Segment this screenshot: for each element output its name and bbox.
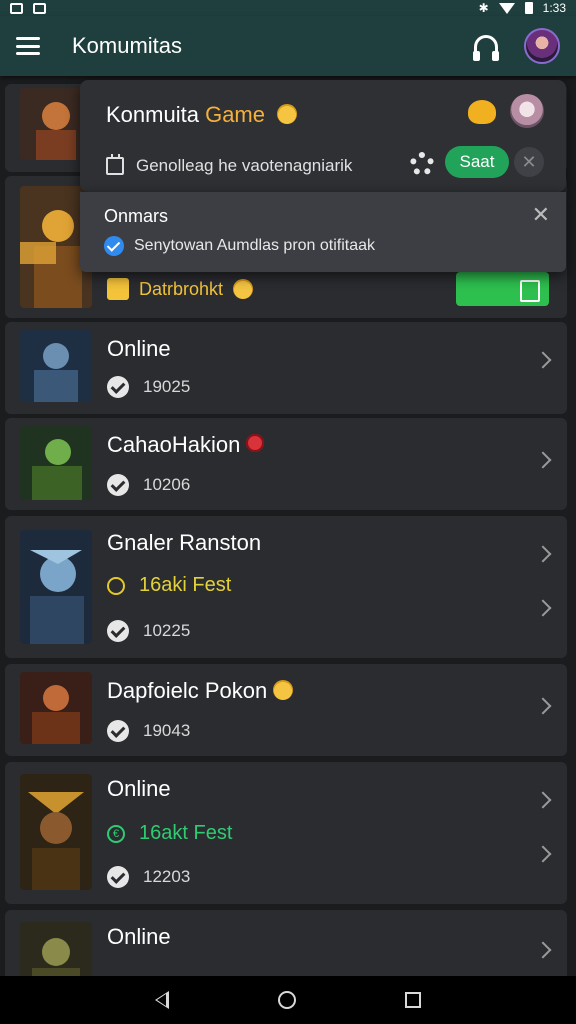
game-thumbnail — [20, 672, 92, 744]
open-button[interactable] — [456, 272, 549, 306]
recents-icon[interactable] — [405, 992, 422, 1008]
reward-row: Datrbrohkt — [107, 278, 254, 300]
event-icon — [107, 576, 125, 595]
check-icon — [107, 866, 129, 888]
list-item[interactable]: Online 16akt Fest 12203 — [5, 762, 567, 904]
chevron-right-icon[interactable] — [534, 845, 552, 863]
event-row: 16akt Fest — [107, 822, 232, 845]
close-icon[interactable]: ✕ — [532, 202, 550, 228]
member-count-row: 10206 — [107, 474, 190, 496]
card-title: Online — [107, 336, 171, 361]
notice-message: Senytowan Aumdlas pron otifitaak — [134, 237, 376, 254]
save-button[interactable]: Saat — [445, 146, 509, 178]
gallery-notification-icon — [33, 2, 46, 14]
list-item[interactable]: Dapfoielc Pokon 19043 — [5, 664, 567, 756]
bug-icon — [246, 434, 265, 452]
check-icon — [107, 474, 129, 496]
signal-icon — [498, 2, 515, 14]
game-thumbnail — [20, 426, 92, 500]
member-count-row: 10225 — [107, 620, 190, 642]
card-title: Dapfoielc Pokon — [107, 678, 294, 704]
reward-label: Datrbrohkt — [139, 278, 224, 299]
game-thumbnail — [20, 922, 92, 976]
status-bar: ✱ 1:33 — [0, 0, 576, 16]
chevron-right-icon[interactable] — [534, 791, 552, 809]
close-icon[interactable]: ✕ — [514, 147, 544, 177]
list-item[interactable]: Online — [5, 910, 567, 976]
emoji-icon — [273, 680, 294, 700]
emoji-icon — [233, 279, 254, 299]
card-title: Online — [107, 924, 171, 949]
list-item[interactable]: CahaoHakion 10206 — [5, 418, 567, 510]
member-count-row: 12203 — [107, 866, 190, 888]
popup-subtitle-row: Genolleag he vaotenagniarik — [106, 154, 353, 176]
chevron-right-icon[interactable] — [534, 941, 552, 959]
image-notification-icon — [10, 2, 23, 14]
member-count-row: 19025 — [107, 376, 190, 398]
member-count: 12203 — [143, 867, 191, 886]
notice-title: Onmars — [104, 206, 169, 226]
home-icon[interactable] — [277, 991, 296, 1009]
trophy-icon — [468, 100, 496, 124]
chevron-right-icon[interactable] — [534, 451, 552, 469]
list-item[interactable]: Gnaler Ranston 16aki Fest 10225 — [5, 516, 567, 658]
game-thumbnail — [20, 774, 92, 890]
avatar[interactable] — [510, 94, 544, 128]
avatar[interactable] — [524, 28, 560, 64]
status-time: 1:33 — [542, 1, 566, 15]
bluetooth-icon: ✱ — [478, 1, 489, 15]
popup-title: Konmuita Game — [106, 102, 298, 128]
card-title: Online — [107, 776, 171, 801]
notice-row: Senytowan Aumdlas pron otifitaak — [104, 236, 375, 256]
member-count: 19025 — [143, 377, 191, 396]
check-icon — [107, 620, 129, 642]
emoji-icon — [277, 104, 298, 124]
gear-icon[interactable] — [410, 152, 434, 176]
headset-icon[interactable] — [473, 35, 499, 61]
calendar-icon — [106, 154, 124, 175]
community-list: Datrbrohkt Online 19025 CahaoHakion 1020… — [0, 76, 576, 976]
game-thumbnail — [20, 330, 92, 402]
ticket-icon — [107, 278, 129, 300]
popup-subtitle: Genolleag he vaotenagniarik — [136, 156, 353, 175]
check-icon — [104, 236, 124, 256]
check-icon — [107, 720, 129, 742]
member-count: 19043 — [143, 721, 191, 740]
event-label: 16aki Fest — [139, 574, 232, 596]
game-thumbnail — [20, 530, 92, 644]
app-bar: Komumitas — [0, 16, 576, 76]
notice-popup: Onmars Senytowan Aumdlas pron otifitaak … — [80, 192, 566, 272]
game-popup: Konmuita Game Genolleag he vaotenagniari… — [80, 80, 566, 192]
check-icon — [107, 376, 129, 398]
member-count-row: 19043 — [107, 720, 190, 742]
navigation-bar — [0, 976, 576, 1024]
back-icon[interactable] — [154, 991, 169, 1009]
card-title: CahaoHakion — [107, 432, 265, 458]
list-item[interactable]: Online 19025 — [5, 322, 567, 414]
event-icon — [107, 824, 125, 843]
battery-icon — [524, 2, 533, 14]
event-row: 16aki Fest — [107, 574, 231, 597]
member-count: 10206 — [143, 475, 191, 494]
page-title: Komumitas — [72, 33, 183, 58]
chevron-right-icon[interactable] — [534, 545, 552, 563]
card-title: Gnaler Ranston — [107, 530, 262, 555]
menu-icon[interactable] — [16, 37, 40, 55]
event-label: 16akt Fest — [139, 822, 233, 844]
chevron-right-icon[interactable] — [534, 697, 552, 715]
chevron-right-icon[interactable] — [534, 599, 552, 617]
chevron-right-icon[interactable] — [534, 351, 552, 369]
member-count: 10225 — [143, 621, 191, 640]
